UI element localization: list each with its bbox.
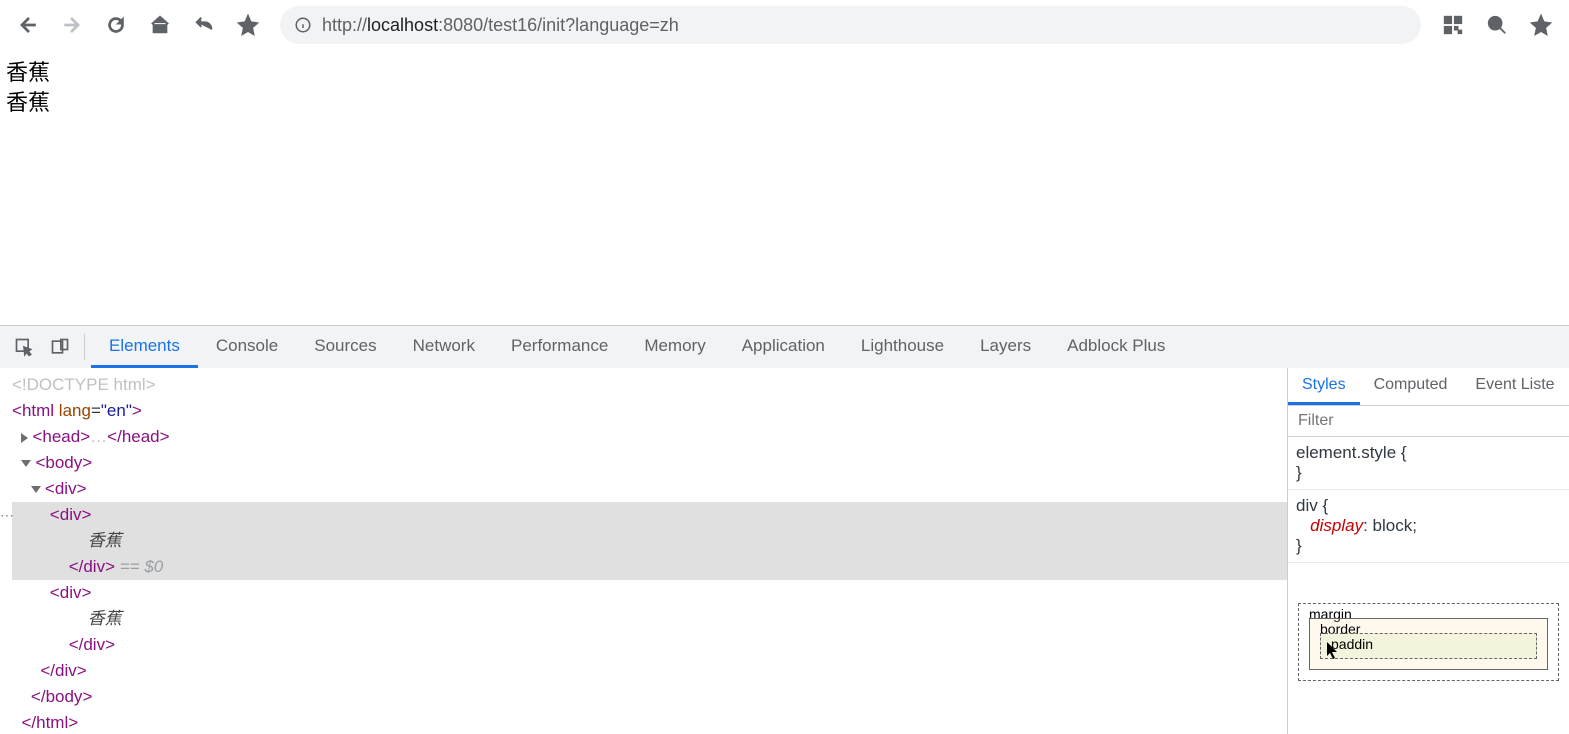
elements-dom-tree[interactable]: ⋯ <!DOCTYPE html> <html lang="en"> <head…: [0, 368, 1287, 734]
back-button[interactable]: [8, 5, 48, 45]
forward-button[interactable]: [52, 5, 92, 45]
device-toolbar-icon[interactable]: [42, 326, 78, 368]
bookmark-star-icon[interactable]: [1521, 5, 1561, 45]
browser-toolbar: http://localhost:8080/test16/init?langua…: [0, 0, 1569, 50]
tab-layers[interactable]: Layers: [962, 326, 1049, 368]
stab-event-listeners[interactable]: Event Liste: [1461, 368, 1568, 405]
tab-sources[interactable]: Sources: [296, 326, 394, 368]
styles-panel: Styles Computed Event Liste element.styl…: [1287, 368, 1569, 734]
zoom-out-icon[interactable]: [1477, 5, 1517, 45]
tab-application[interactable]: Application: [724, 326, 843, 368]
devtools-tabbar: Elements Console Sources Network Perform…: [0, 326, 1569, 368]
undo-button[interactable]: [184, 5, 224, 45]
rule-div[interactable]: div { display: block; }: [1288, 490, 1569, 563]
separator: [84, 334, 85, 360]
inspect-element-icon[interactable]: [6, 326, 42, 368]
url-text: http://localhost:8080/test16/init?langua…: [322, 15, 679, 36]
tab-elements[interactable]: Elements: [91, 326, 198, 368]
styles-filter-input[interactable]: [1288, 406, 1569, 437]
tab-adblock[interactable]: Adblock Plus: [1049, 326, 1183, 368]
page-text-1: 香蕉: [6, 58, 1563, 88]
home-button[interactable]: [140, 5, 180, 45]
qr-icon[interactable]: [1433, 5, 1473, 45]
cursor-icon: [1327, 642, 1341, 660]
site-info-icon[interactable]: [294, 16, 312, 34]
styles-tabbar: Styles Computed Event Liste: [1288, 368, 1569, 406]
stab-computed[interactable]: Computed: [1360, 368, 1462, 405]
tab-console[interactable]: Console: [198, 326, 296, 368]
tab-performance[interactable]: Performance: [493, 326, 626, 368]
url-bar[interactable]: http://localhost:8080/test16/init?langua…: [280, 6, 1421, 44]
tab-lighthouse[interactable]: Lighthouse: [843, 326, 962, 368]
page-viewport: 香蕉 香蕉: [0, 50, 1569, 325]
bookmark-button[interactable]: [228, 5, 268, 45]
tab-network[interactable]: Network: [395, 326, 493, 368]
page-text-2: 香蕉: [6, 88, 1563, 118]
reload-button[interactable]: [96, 5, 136, 45]
tab-memory[interactable]: Memory: [626, 326, 723, 368]
box-model-diagram[interactable]: margin border paddin: [1288, 593, 1569, 691]
stab-styles[interactable]: Styles: [1288, 368, 1360, 405]
devtools: Elements Console Sources Network Perform…: [0, 325, 1569, 734]
rule-element-style[interactable]: element.style { }: [1288, 437, 1569, 490]
